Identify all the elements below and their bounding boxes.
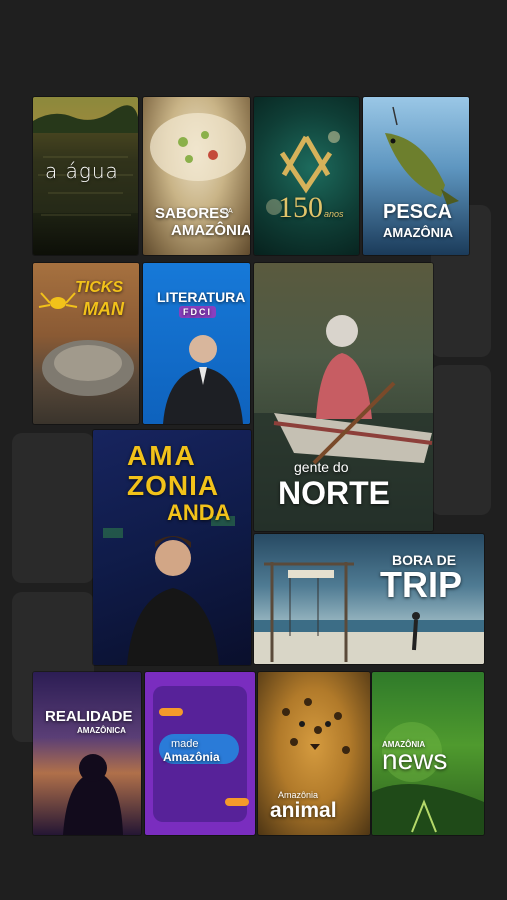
tile-title-small: DA — [223, 208, 233, 215]
tile-title-line1: REALIDADE — [45, 708, 133, 725]
tile-pesca-amazonia[interactable]: PESCA AMAZÔNIA — [363, 97, 469, 255]
tile-title-line2: AMAZÔNIA — [171, 222, 250, 239]
tile-title-line2: AMAZÔNIA — [383, 225, 454, 240]
tile-amazonia-animal[interactable]: Amazônia animal — [258, 672, 370, 835]
host-portrait-art — [163, 335, 243, 424]
tile-title-line1: made — [171, 738, 199, 750]
tile-title-line1: TICKS — [75, 279, 123, 296]
placeholder-card — [431, 365, 491, 515]
anniversary-number: 150 — [278, 191, 323, 224]
tile-150-anos[interactable]: 150 anos — [254, 97, 359, 255]
tile-realidade-amazonica[interactable]: REALIDADE AMAZÔNICA — [33, 672, 141, 835]
masonic-emblem-art — [266, 131, 340, 215]
tile-title-line3: ANDA — [167, 500, 231, 525]
tile-ticks-man[interactable]: TICKS MAN — [33, 263, 139, 424]
tile-title-line2: animal — [270, 799, 337, 822]
tile-title-line1: SABORES — [155, 205, 230, 222]
tile-title-line1: AMA — [127, 440, 197, 471]
tile-title-line1: gente do — [294, 459, 349, 475]
tile-title: LITERATURA — [157, 289, 246, 305]
tile-title-line2: TRIP — [380, 564, 463, 605]
tile-sabores-da-amazonia[interactable]: SABORES DA AMAZÔNIA — [143, 97, 250, 255]
tile-amazonia-anda[interactable]: AMA ZONIA ANDA — [93, 430, 251, 665]
tile-title-line2: MAN — [83, 299, 124, 319]
fdci-badge: FDCI — [179, 306, 216, 318]
tile-title-line2: news — [382, 744, 448, 775]
tile-title-line2: Amazônia — [163, 750, 220, 764]
tile-title: a água — [45, 159, 119, 183]
tile-bora-de-trip[interactable]: BORA DE TRIP — [254, 534, 484, 664]
tile-gente-do-norte[interactable]: gente do NORTE — [254, 263, 433, 531]
tile-title-line1: PESCA — [383, 201, 452, 223]
tile-title-line2: NORTE — [278, 475, 390, 511]
tile-title-line2: AMAZÔNICA — [77, 726, 126, 735]
tile-title-line2: ZONIA — [127, 470, 220, 501]
tile-made-amazonia[interactable]: made Amazônia — [145, 672, 255, 835]
tile-literatura[interactable]: LITERATURA FDCI — [143, 263, 250, 424]
tile-a-agua[interactable]: a água — [33, 97, 138, 255]
silhouette-sunset-art — [63, 754, 123, 835]
placeholder-card — [12, 433, 94, 583]
tile-amazonia-news[interactable]: AMAZÔNIA news — [372, 672, 484, 835]
anniversary-sub: anos — [324, 209, 344, 219]
